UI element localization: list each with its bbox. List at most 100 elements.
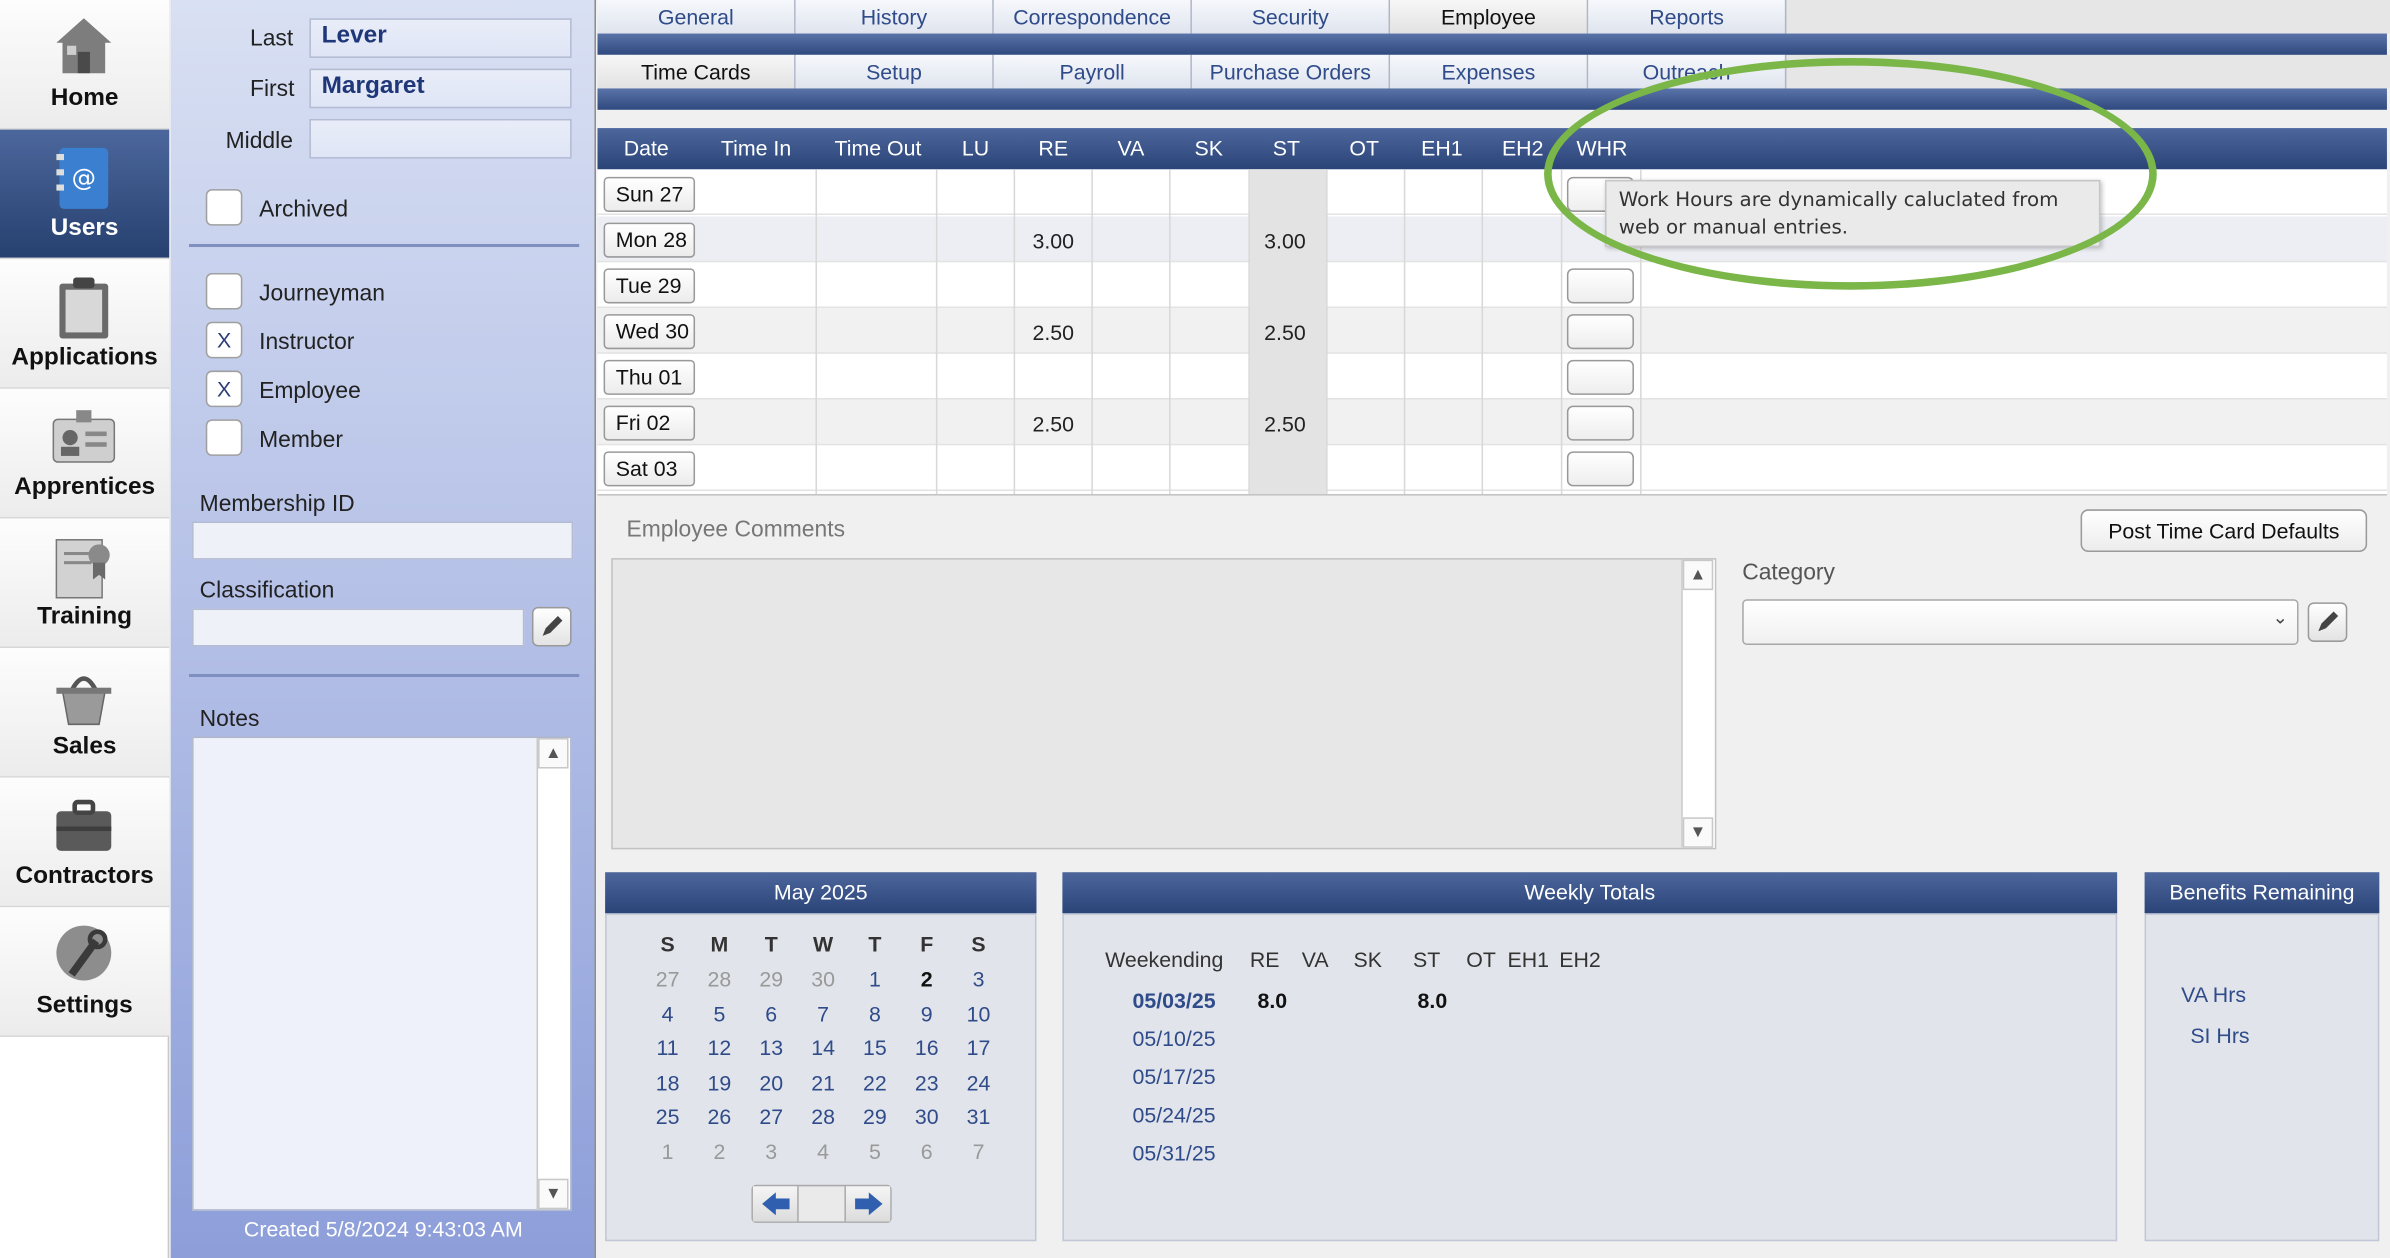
tab-correspondence[interactable]: Correspondence (993, 0, 1192, 34)
calendar-day[interactable]: 1 (849, 967, 901, 991)
tab-expenses[interactable]: Expenses (1390, 54, 1589, 89)
middle-name-field[interactable] (309, 118, 572, 159)
calendar-day[interactable]: 22 (849, 1070, 901, 1094)
whr-button[interactable] (1566, 268, 1634, 304)
re-cell[interactable]: 2.50 (1015, 401, 1091, 447)
nav-home[interactable]: Home (0, 0, 170, 130)
calendar-day[interactable]: 2 (901, 967, 953, 991)
calendar-day[interactable]: 4 (642, 1001, 694, 1025)
calendar-day[interactable]: 8 (849, 1001, 901, 1025)
calendar-day[interactable]: 30 (901, 1104, 953, 1128)
calendar-day[interactable]: 28 (694, 967, 746, 991)
calendar-day[interactable]: 26 (694, 1104, 746, 1128)
weekending-link[interactable]: 05/10/25 (1133, 1026, 1216, 1050)
calendar-day[interactable]: 11 (642, 1035, 694, 1059)
calendar-day[interactable]: 12 (694, 1035, 746, 1059)
calendar-day[interactable]: 1 (642, 1138, 694, 1162)
tab-setup[interactable]: Setup (795, 54, 994, 89)
employee-comments-textarea[interactable] (611, 558, 1717, 850)
calendar-day[interactable]: 29 (745, 967, 797, 991)
calendar-day[interactable]: 28 (797, 1104, 849, 1128)
calendar-day[interactable]: 6 (901, 1138, 953, 1162)
si-hrs-link[interactable]: SI Hrs (2190, 1023, 2249, 1047)
calendar-day[interactable]: 19 (694, 1070, 746, 1094)
calendar-day[interactable]: 29 (849, 1104, 901, 1128)
calendar-day[interactable]: 10 (953, 1001, 1005, 1025)
scroll-up-icon[interactable]: ▲ (1682, 559, 1714, 591)
calendar-day[interactable]: 6 (745, 1001, 797, 1025)
tab-history[interactable]: History (795, 0, 994, 34)
tab-payroll[interactable]: Payroll (993, 54, 1192, 89)
weekending-link[interactable]: 05/31/25 (1133, 1141, 1216, 1165)
tab-reports[interactable]: Reports (1588, 0, 1787, 34)
tab-purchase-orders[interactable]: Purchase Orders (1191, 54, 1391, 89)
employee-checkbox[interactable]: X (205, 370, 243, 408)
calendar-day[interactable]: 5 (849, 1138, 901, 1162)
tab-security[interactable]: Security (1191, 0, 1391, 34)
notes-scrollbar[interactable]: ▲ ▼ (536, 738, 571, 1210)
calendar-day[interactable]: 3 (953, 967, 1005, 991)
date-button[interactable]: Thu 01 (603, 359, 696, 395)
first-name-field[interactable]: Margaret (309, 68, 572, 109)
tab-employee[interactable]: Employee (1390, 0, 1589, 34)
nav-apprentices[interactable]: Apprentices (0, 388, 170, 519)
date-button[interactable]: Sun 27 (603, 176, 696, 212)
journeyman-checkbox[interactable] (205, 272, 243, 310)
calendar-day[interactable]: 27 (642, 967, 694, 991)
nav-users[interactable]: @ Users (0, 129, 170, 260)
date-button[interactable]: Sat 03 (603, 451, 696, 487)
nav-contractors[interactable]: Contractors (0, 777, 170, 908)
whr-button[interactable] (1566, 359, 1634, 395)
archived-checkbox[interactable] (205, 189, 243, 226)
whr-button[interactable] (1566, 314, 1634, 350)
calendar-day[interactable]: 27 (745, 1104, 797, 1128)
calendar-day[interactable]: 14 (797, 1035, 849, 1059)
weekending-link[interactable]: 05/17/25 (1133, 1064, 1216, 1088)
previous-month-button[interactable] (752, 1186, 799, 1222)
calendar-day[interactable]: 9 (901, 1001, 953, 1025)
re-cell[interactable]: 2.50 (1015, 310, 1091, 356)
nav-sales[interactable]: Sales (0, 648, 170, 778)
tab-time-cards[interactable]: Time Cards (597, 54, 796, 89)
calendar-day[interactable]: 2 (694, 1138, 746, 1162)
calendar-day[interactable]: 5 (694, 1001, 746, 1025)
date-button[interactable]: Fri 02 (603, 405, 696, 441)
calendar-day[interactable]: 18 (642, 1070, 694, 1094)
nav-training[interactable]: Training (0, 518, 170, 649)
calendar-day[interactable]: 23 (901, 1070, 953, 1094)
nav-settings[interactable]: Settings (0, 907, 170, 1037)
classification-field[interactable] (192, 608, 525, 647)
scroll-up-icon[interactable]: ▲ (538, 738, 569, 769)
calendar-day[interactable]: 7 (953, 1138, 1005, 1162)
calendar-day[interactable]: 16 (901, 1035, 953, 1059)
category-select[interactable]: ⌄ (1742, 599, 2299, 646)
calendar-day[interactable]: 20 (745, 1070, 797, 1094)
tab-general[interactable]: General (597, 0, 796, 34)
calendar-day[interactable]: 21 (797, 1070, 849, 1094)
re-cell[interactable]: 3.00 (1015, 218, 1091, 264)
weekending-link[interactable]: 05/03/25 (1133, 988, 1216, 1012)
comments-scrollbar[interactable]: ▲ ▼ (1681, 559, 1715, 848)
notes-textarea[interactable] (192, 736, 572, 1211)
scroll-down-icon[interactable]: ▼ (1682, 817, 1714, 848)
calendar-day[interactable]: 30 (797, 967, 849, 991)
calendar-day[interactable]: 24 (953, 1070, 1005, 1094)
calendar-day[interactable]: 7 (797, 1001, 849, 1025)
date-button[interactable]: Mon 28 (603, 222, 696, 258)
calendar-day[interactable]: 17 (953, 1035, 1005, 1059)
va-hrs-link[interactable]: VA Hrs (2181, 982, 2246, 1006)
member-checkbox[interactable] (205, 419, 243, 456)
post-time-card-defaults-button[interactable]: Post Time Card Defaults (2080, 509, 2368, 552)
whr-button[interactable] (1566, 405, 1634, 441)
date-button[interactable]: Tue 29 (603, 268, 696, 304)
nav-applications[interactable]: Applications (0, 259, 170, 389)
calendar-day[interactable]: 31 (953, 1104, 1005, 1128)
date-button[interactable]: Wed 30 (603, 314, 696, 350)
edit-classification-button[interactable] (531, 606, 572, 647)
next-month-button[interactable] (844, 1186, 891, 1222)
last-name-field[interactable]: Lever (309, 18, 572, 58)
calendar-day[interactable]: 4 (797, 1138, 849, 1162)
calendar-day[interactable]: 13 (745, 1035, 797, 1059)
weekending-link[interactable]: 05/24/25 (1133, 1102, 1216, 1126)
membership-id-field[interactable] (192, 521, 574, 560)
